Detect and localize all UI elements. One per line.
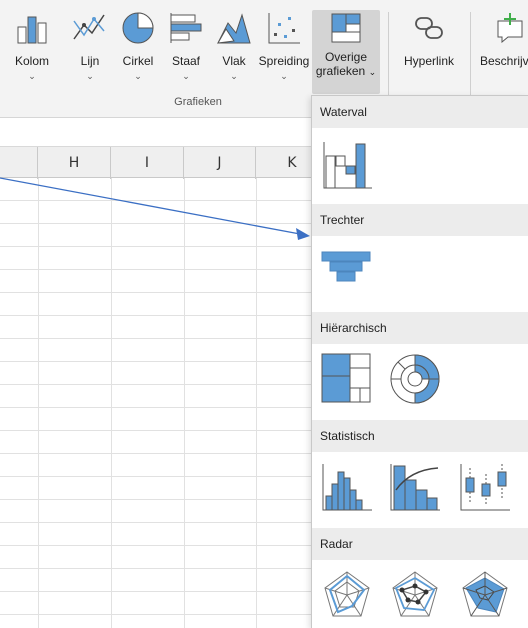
chevron-down-icon: ⌄ xyxy=(86,71,94,81)
chevron-down-icon: ⌄ xyxy=(368,67,377,77)
column-header-i[interactable]: I xyxy=(111,147,184,179)
other-charts-button[interactable]: Overige grafieken ⌄ xyxy=(312,10,380,94)
add-comment-icon xyxy=(490,8,528,48)
column-chart-label: Kolom xyxy=(14,54,49,68)
treemap-chart-icon[interactable] xyxy=(320,352,374,406)
area-chart-label: Vlak xyxy=(222,54,246,68)
section-header-funnel: Trechter xyxy=(312,204,528,236)
column-header-h[interactable]: H xyxy=(38,147,111,179)
section-header-hierarchical: Hiërarchisch xyxy=(312,312,528,344)
funnel-chart-icon[interactable] xyxy=(320,246,374,300)
other-charts-label-line2: grafieken xyxy=(315,64,366,78)
column-chart-icon xyxy=(12,8,52,48)
section-header-statistical: Statistisch xyxy=(312,420,528,452)
bar-chart-button[interactable]: Staaf ⌄ xyxy=(164,8,208,90)
radar-markers-chart-icon[interactable] xyxy=(388,568,442,622)
chevron-down-icon: ⌄ xyxy=(182,71,190,81)
column-header-j[interactable]: J xyxy=(184,147,256,179)
chevron-down-icon: ⌄ xyxy=(280,71,288,81)
pie-chart-icon xyxy=(118,8,158,48)
scatter-chart-icon xyxy=(264,8,304,48)
line-chart-label: Lijn xyxy=(80,54,100,68)
area-chart-icon xyxy=(214,8,254,48)
line-chart-icon xyxy=(70,8,110,48)
other-charts-dropdown: Waterval Trechter Hiërarchisch Statistis… xyxy=(311,95,528,628)
pie-chart-button[interactable]: Cirkel ⌄ xyxy=(116,8,160,90)
hyperlink-button[interactable]: Hyperlink xyxy=(396,8,462,90)
line-chart-button[interactable]: Lijn ⌄ xyxy=(70,8,110,90)
chevron-down-icon: ⌄ xyxy=(230,71,238,81)
ribbon-separator xyxy=(388,12,389,108)
area-chart-button[interactable]: Vlak ⌄ xyxy=(212,8,256,90)
scatter-chart-button[interactable]: Spreiding ⌄ xyxy=(258,8,310,90)
histogram-chart-icon[interactable] xyxy=(320,460,374,514)
box-whisker-chart-icon[interactable] xyxy=(458,460,512,514)
link-icon xyxy=(409,8,449,48)
section-header-radar: Radar xyxy=(312,528,528,560)
pareto-chart-icon[interactable] xyxy=(388,460,442,514)
hyperlink-label: Hyperlink xyxy=(403,54,454,68)
filled-radar-chart-icon[interactable] xyxy=(458,568,512,622)
bar-chart-icon xyxy=(166,8,206,48)
chevron-down-icon: ⌄ xyxy=(134,71,142,81)
chevron-down-icon: ⌄ xyxy=(28,71,36,81)
other-charts-icon xyxy=(326,10,366,46)
ribbon-separator xyxy=(470,12,471,108)
waterfall-chart-icon[interactable] xyxy=(320,138,374,192)
sunburst-chart-icon[interactable] xyxy=(388,352,442,406)
column-header-partial[interactable] xyxy=(0,147,38,179)
describe-label: Beschrijv xyxy=(480,54,528,68)
other-charts-label-line1: Overige xyxy=(324,50,367,64)
section-header-waterfall: Waterval xyxy=(312,96,528,128)
scatter-chart-label: Spreiding xyxy=(258,54,310,68)
column-chart-button[interactable]: Kolom ⌄ xyxy=(12,8,52,90)
bar-chart-label: Staaf xyxy=(171,54,201,68)
describe-button[interactable]: Beschrijv xyxy=(476,8,528,90)
radar-chart-icon[interactable] xyxy=(320,568,374,622)
pie-chart-label: Cirkel xyxy=(122,54,154,68)
